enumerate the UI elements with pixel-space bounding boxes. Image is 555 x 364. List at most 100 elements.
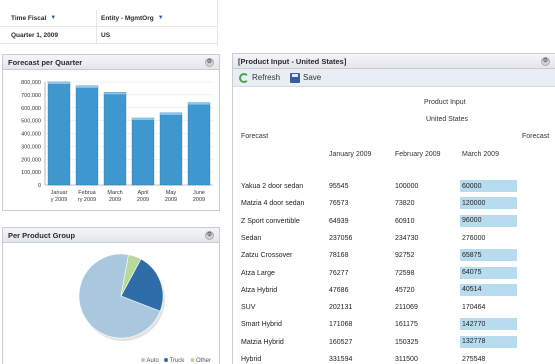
value-cell: 331594 [329,356,353,363]
row-label: Smart Hybrid [241,321,282,329]
y-tick-label: 700,000 [21,93,41,99]
value-cell: 237056 [329,234,353,242]
refresh-label: Refresh [252,73,281,82]
time-fiscal-dropdown[interactable]: Time Fiscal ▼ [0,10,97,26]
value-cell: 60910 [395,217,415,225]
value-cell: 276000 [462,234,486,242]
editable-cell[interactable]: 60000 [460,180,517,193]
value-cell: 73820 [395,200,415,208]
panel-title: Forecast per Quarter [8,57,83,67]
y-tick-label: 800,000 [21,80,41,86]
editable-cell[interactable]: 132778 [460,335,517,349]
value-cell: 72598 [395,269,415,277]
refresh-button[interactable]: Refresh [239,72,281,83]
value-cell: 202131 [329,304,353,312]
bar [187,102,211,186]
table-row: Matzia 4 door sedan 76573 73820 120000 [233,196,555,211]
table-row: Atza Hybrid 47686 45720 40514 [233,283,555,298]
value-cell: 160527 [329,338,353,346]
gear-icon[interactable]: ⚙ [541,57,550,66]
value-cell: 211069 [395,304,418,312]
pov-bar: Time Fiscal ▼ Entity - MgmtOrg ▼ Quarter… [0,0,218,46]
x-tick-label: ry 2009 [78,197,96,203]
value-cell: 76573 [329,200,349,208]
column-header: February 2009 [395,151,441,158]
forecast-bar-chart: 0 100,000 200,000 300,000 400,000 500,000 600,… [21,80,213,203]
panel-title: Per Product Group [8,230,76,240]
bar-highlight [160,112,182,115]
editable-cell[interactable]: 120000 [460,197,517,211]
y-tick-label: 0 [38,183,41,189]
bar [131,117,155,186]
editable-cell[interactable]: 142770 [460,318,517,332]
value-cell: 311500 [395,356,418,363]
legend-swatch [164,358,168,362]
table-row: Z Sport convertible 64939 60910 96000 [233,214,555,229]
value-cell: 78168 [329,252,349,260]
value-cell: 47686 [329,286,349,294]
bar-highlight [104,92,126,95]
row-label: Z Sport convertible [241,217,300,225]
entity-value[interactable]: US [97,32,110,39]
table-row: Zatzu Crossover 78168 92752 65875 [233,248,555,263]
table-row: Hybrid 331594 311500 275548 [233,352,555,364]
table-row: Matzia Hybrid 160527 150325 132778 [233,335,555,350]
editable-cell[interactable]: 40514 [460,283,517,297]
right-column-label: Forecast [522,133,550,140]
save-label: Save [303,73,322,82]
save-icon [290,72,301,83]
pov-dimension-row: Time Fiscal ▼ Entity - MgmtOrg ▼ [0,10,217,27]
product-group-pie-chart: Auto Truck Other [78,253,211,364]
pov-value-row: Quarter 1, 2009 US [0,27,217,44]
legend-swatch [141,358,145,362]
x-tick-label: 2009 [193,197,205,203]
gear-icon[interactable]: ⚙ [205,58,214,67]
value-cell: 100000 [395,183,419,190]
x-tick-label: 2009 [109,197,121,203]
panel-title: [Product Input - United States] [238,56,347,66]
row-label: Yakua 2 door sedan [241,183,304,190]
header-entity: United States [426,116,469,123]
bar [159,112,183,186]
y-tick-label: 600,000 [21,106,41,112]
row-label: Hybrid [241,356,262,363]
time-fiscal-label: Time Fiscal [11,14,47,22]
time-fiscal-value[interactable]: Quarter 1, 2009 [0,27,97,43]
table-row: SUV 202131 211069 170464 [233,300,555,315]
panel-header: Per Product Group ⚙ [3,228,219,243]
value-cell: 92752 [395,252,415,260]
x-tick-label: May [166,190,177,196]
save-button[interactable]: Save [290,72,322,83]
panel-header: [Product Input - United States] ⚙ [233,54,555,69]
x-tick-label: June [193,190,205,196]
editable-cell[interactable]: 96000 [460,214,517,228]
entity-label: Entity - MgmtOrg [101,14,154,22]
entity-dropdown[interactable]: Entity - MgmtOrg ▼ [97,15,164,22]
row-label: Atza Large [241,269,275,277]
column-header: January 2009 [329,151,372,158]
value-cell: 64939 [329,217,349,225]
legend-label: Truck [170,358,186,364]
editable-cell[interactable]: 65875 [460,249,517,263]
value-cell: 170464 [462,304,486,312]
value-cell: 150325 [395,338,419,346]
gear-icon[interactable]: ⚙ [205,231,214,240]
row-label: Atza Hybrid [241,286,278,294]
dropdown-caret-icon[interactable]: ▼ [50,15,56,21]
product-input-panel: [Product Input - United States] ⚙ Refres… [232,53,555,364]
row-label: Matzia 4 door sedan [241,200,305,208]
value-cell: 275548 [462,356,486,363]
row-label: SUV [241,304,256,312]
row-label: Zatzu Crossover [241,252,293,260]
y-tick-label: 500,000 [21,119,41,125]
value-cell: 171068 [329,321,353,329]
x-tick-label: April [137,190,148,196]
value-cell: 234730 [395,234,419,242]
editable-cell[interactable]: 64075 [460,266,517,280]
toolbar: Refresh Save [233,69,555,87]
bar-highlight [132,118,154,121]
dropdown-caret-icon[interactable]: ▼ [158,15,164,21]
legend-swatch [190,358,195,362]
row-label: Sedan [241,234,262,242]
x-tick-label: Januar [51,190,68,196]
